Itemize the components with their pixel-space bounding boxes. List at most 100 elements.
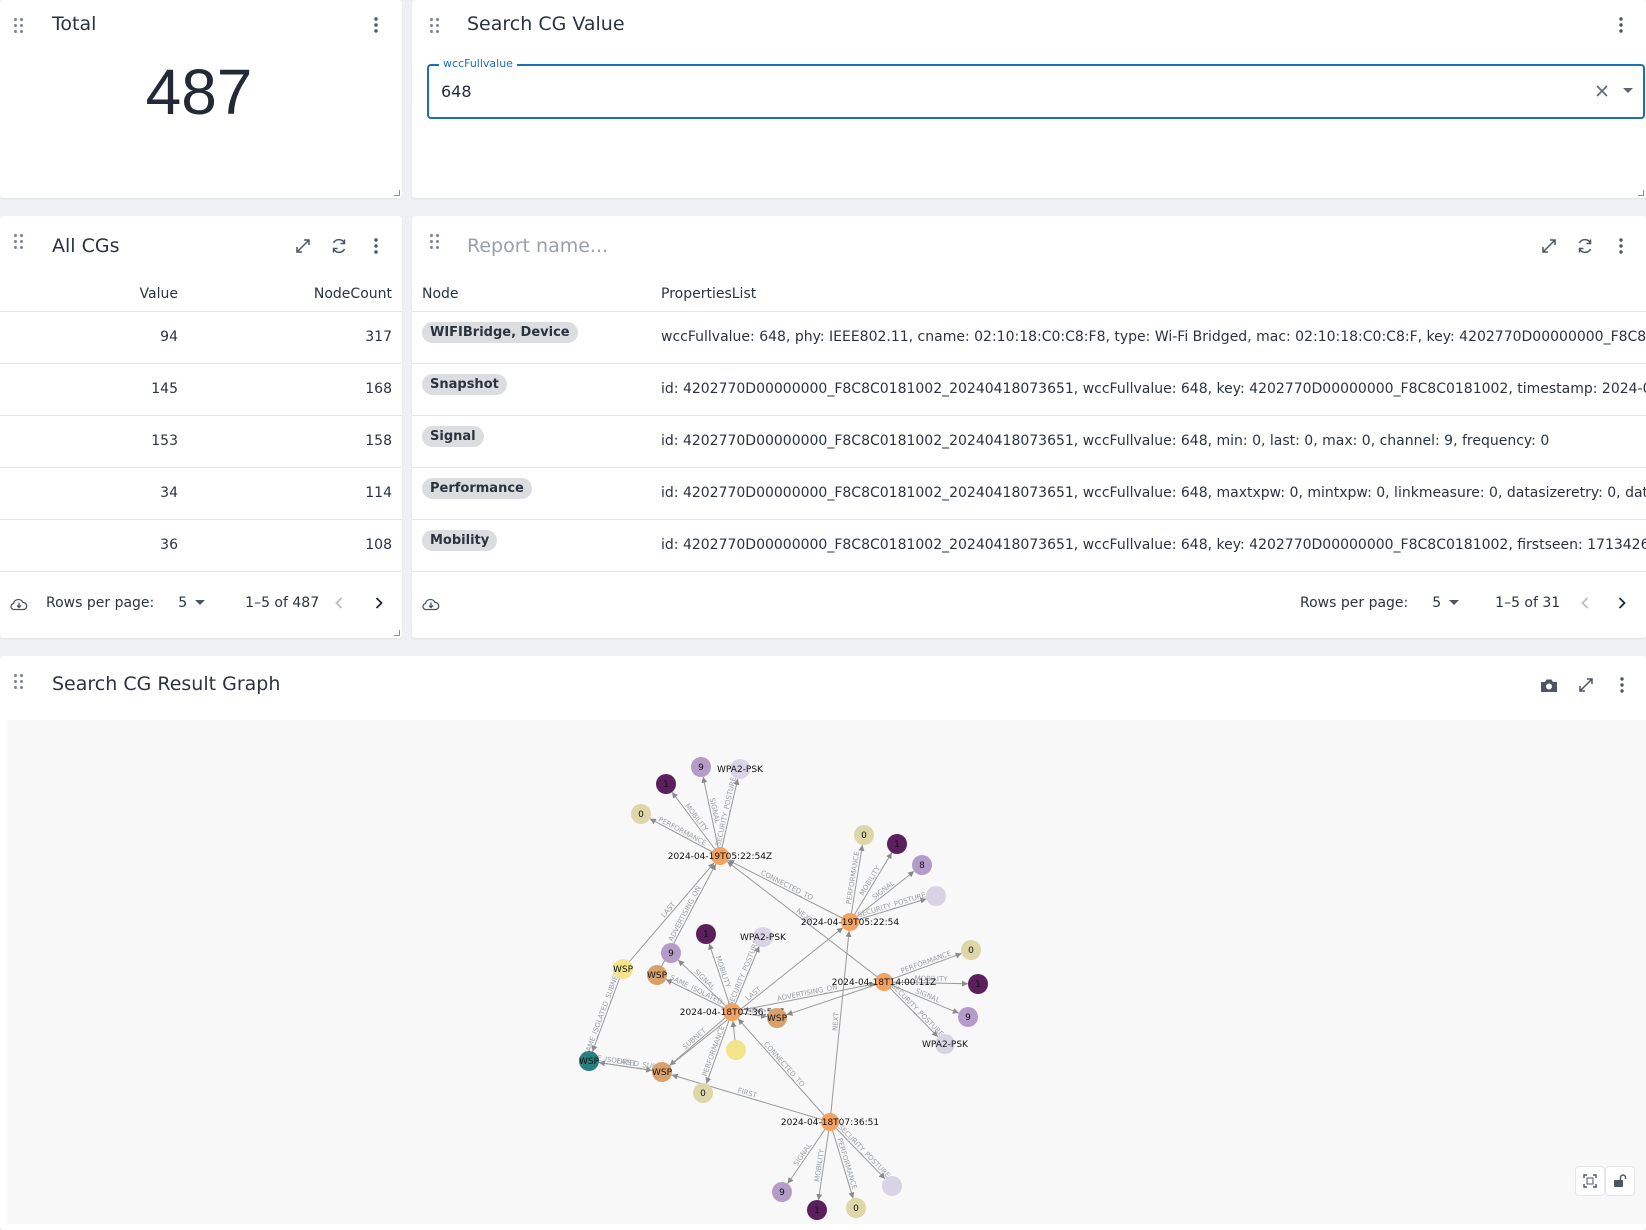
more-vert-icon[interactable] bbox=[363, 12, 389, 38]
drag-handle-icon[interactable] bbox=[14, 18, 24, 33]
fit-view-button[interactable] bbox=[1575, 1166, 1605, 1196]
resize-handle-icon[interactable] bbox=[394, 190, 400, 196]
rows-per-page-select[interactable]: 5 bbox=[1432, 595, 1460, 611]
graph-node[interactable]: 9 bbox=[958, 1007, 978, 1027]
resize-handle-icon[interactable] bbox=[1638, 190, 1644, 196]
column-header-nodecount[interactable]: NodeCount bbox=[190, 277, 402, 312]
graph-node[interactable]: 0 bbox=[693, 1083, 713, 1103]
all-cgs-table: Value NodeCount 94 317 145 168 153 158 34 11… bbox=[0, 277, 402, 572]
prev-page-icon[interactable] bbox=[326, 590, 352, 616]
camera-icon[interactable] bbox=[1536, 672, 1562, 698]
graph-node[interactable]: 9 bbox=[691, 757, 711, 777]
table-row[interactable]: 34 114 bbox=[0, 467, 402, 520]
dropdown-arrow-icon[interactable] bbox=[1615, 78, 1641, 104]
graph-node[interactable]: 9 bbox=[661, 943, 681, 963]
graph-node[interactable]: 9 bbox=[772, 1182, 792, 1202]
graph-edge[interactable] bbox=[883, 981, 939, 1038]
resize-handle-icon[interactable] bbox=[394, 630, 400, 636]
download-icon[interactable] bbox=[6, 591, 32, 617]
graph-node-circle[interactable] bbox=[726, 1040, 746, 1060]
more-vert-icon[interactable] bbox=[1608, 233, 1634, 259]
node-cell: Performance bbox=[412, 467, 657, 520]
table-row[interactable]: Signal id: 4202770D00000000_F8C8C0181002_… bbox=[412, 415, 1646, 468]
next-page-icon[interactable] bbox=[366, 590, 392, 616]
graph-node[interactable]: 1 bbox=[807, 1200, 827, 1220]
rows-per-page-select[interactable]: 5 bbox=[178, 595, 206, 611]
refresh-icon[interactable] bbox=[1572, 233, 1598, 259]
graph-node[interactable]: 2024-04-19T05:22:54 bbox=[801, 913, 899, 931]
graph-node[interactable]: 2024-04-18T07:36:51 bbox=[781, 1113, 879, 1131]
table-row[interactable]: 36 108 bbox=[0, 519, 402, 572]
graph-node-circle[interactable] bbox=[882, 1176, 902, 1196]
graph-node[interactable] bbox=[726, 1040, 746, 1060]
graph-node[interactable]: WPA2-PSK bbox=[740, 927, 787, 947]
graph-node[interactable]: WSP bbox=[767, 1008, 788, 1028]
field-value[interactable]: 648 bbox=[441, 82, 472, 101]
fullscreen-icon[interactable] bbox=[1573, 672, 1599, 698]
table-row[interactable]: 94 317 bbox=[0, 311, 402, 364]
table-row[interactable]: Mobility id: 4202770D00000000_F8C8C018100… bbox=[412, 519, 1646, 572]
table-row[interactable]: 153 158 bbox=[0, 415, 402, 468]
table-row[interactable]: Performance id: 4202770D00000000_F8C8C018… bbox=[412, 467, 1646, 520]
download-icon[interactable] bbox=[418, 591, 444, 617]
graph-node[interactable]: 0 bbox=[854, 825, 874, 845]
table-row[interactable]: WIFIBridge, Device wccFullvalue: 648, phy… bbox=[412, 311, 1646, 364]
graph-node[interactable]: 1 bbox=[968, 974, 988, 994]
next-page-icon[interactable] bbox=[1609, 590, 1635, 616]
graph-node[interactable]: 0 bbox=[961, 940, 981, 960]
drag-handle-icon[interactable] bbox=[14, 674, 24, 689]
drag-handle-icon[interactable] bbox=[14, 234, 24, 249]
graph-node[interactable]: WPA2-PSK bbox=[717, 759, 764, 779]
graph-node[interactable]: 8 bbox=[912, 855, 932, 875]
prev-page-icon[interactable] bbox=[1572, 590, 1598, 616]
search-card: Search CG Value wccFullvalue 648 bbox=[412, 0, 1646, 198]
graph-node-label: 9 bbox=[698, 763, 704, 773]
graph-edge-label: SAME_ISOLATED bbox=[669, 974, 724, 1007]
table-row[interactable]: 145 168 bbox=[0, 363, 402, 416]
wcc-fullvalue-field[interactable]: wccFullvalue 648 bbox=[427, 57, 1645, 119]
more-vert-icon[interactable] bbox=[363, 233, 389, 259]
graph-node[interactable]: 0 bbox=[846, 1198, 866, 1218]
total-card: Total 487 bbox=[0, 0, 402, 198]
graph-edge[interactable] bbox=[737, 1018, 831, 1123]
graph-svg[interactable]: SIGNALSECURITY_POSTUREMOBILITYPERFORMANC… bbox=[7, 720, 1646, 1224]
column-header-value[interactable]: Value bbox=[0, 277, 190, 312]
graph-node[interactable]: WPA2-PSK bbox=[922, 1034, 969, 1054]
graph-node-label: 9 bbox=[668, 949, 674, 959]
graph-canvas[interactable]: SIGNAL SECURITY_POSTURE MOBILITY PERFORMANC… bbox=[7, 720, 1646, 1224]
graph-edge[interactable] bbox=[649, 818, 721, 857]
graph-node[interactable]: 1 bbox=[887, 834, 907, 854]
properties-cell: wccFullvalue: 648, phy: IEEE802.11, cnam… bbox=[657, 311, 1646, 364]
graph-node-circle[interactable] bbox=[926, 886, 946, 906]
more-vert-icon[interactable] bbox=[1609, 672, 1635, 698]
graph-node[interactable]: 1 bbox=[696, 924, 716, 944]
column-header-node[interactable]: Node bbox=[412, 277, 657, 312]
graph-node-label: 1 bbox=[894, 840, 900, 850]
graph-node[interactable] bbox=[882, 1176, 902, 1196]
refresh-icon[interactable] bbox=[326, 233, 352, 259]
fullscreen-icon[interactable] bbox=[290, 233, 316, 259]
drag-handle-icon[interactable] bbox=[430, 18, 440, 33]
table-row[interactable]: Snapshot id: 4202770D00000000_F8C8C018100… bbox=[412, 363, 1646, 416]
graph-node[interactable]: WSP bbox=[647, 965, 668, 985]
graph-node[interactable] bbox=[926, 886, 946, 906]
cell-count: 168 bbox=[190, 363, 402, 416]
cell-count: 317 bbox=[190, 311, 402, 364]
fullscreen-icon[interactable] bbox=[1536, 233, 1562, 259]
lock-button[interactable] bbox=[1605, 1166, 1635, 1196]
graph-node[interactable]: 1 bbox=[656, 774, 676, 794]
graph-node[interactable]: 0 bbox=[631, 804, 651, 824]
clear-icon[interactable] bbox=[1589, 78, 1615, 104]
node-chip: Signal bbox=[422, 425, 484, 447]
drag-handle-icon[interactable] bbox=[430, 234, 440, 249]
column-header-properties[interactable]: PropertiesList bbox=[657, 277, 1646, 312]
report-name-input[interactable]: Report name... bbox=[467, 235, 608, 257]
page-range: 1–5 of 31 bbox=[1495, 595, 1561, 611]
graph-node[interactable]: WSP bbox=[613, 959, 634, 979]
graph-node[interactable]: 2024-04-19T05:22:54Z bbox=[668, 847, 772, 865]
graph-edge[interactable] bbox=[591, 968, 624, 1052]
card-title: Search CG Value bbox=[467, 13, 625, 35]
card-title: Search CG Result Graph bbox=[52, 673, 281, 695]
card-title: Total bbox=[52, 13, 97, 35]
more-vert-icon[interactable] bbox=[1608, 12, 1634, 38]
